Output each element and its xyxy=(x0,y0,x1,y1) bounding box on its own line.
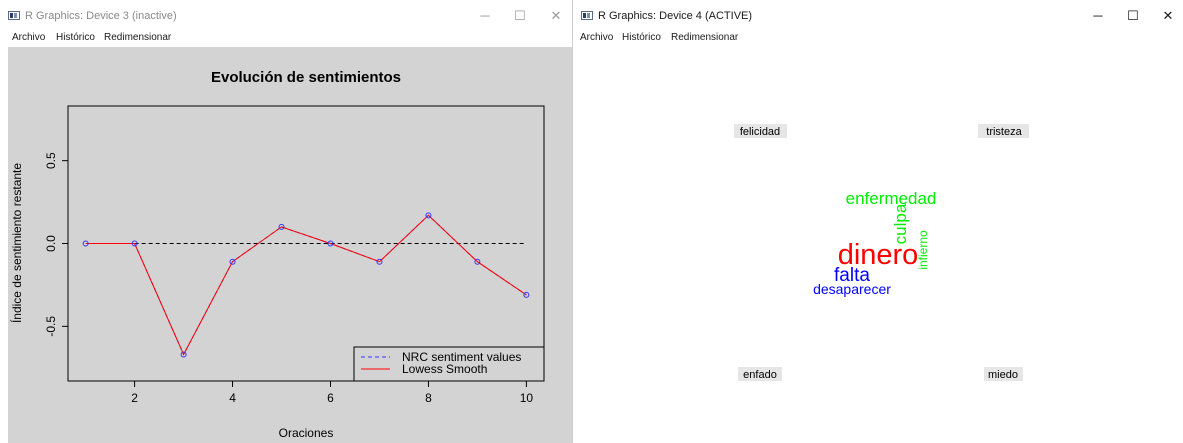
minimize-button[interactable]: ─ xyxy=(1083,6,1113,26)
y-tick-label: -0.5 xyxy=(44,316,58,337)
maximize-button[interactable]: ☐ xyxy=(505,6,535,26)
menu-historico[interactable]: Histórico xyxy=(622,32,661,43)
menu-bar: Archivo Histórico Redimensionar xyxy=(0,31,572,46)
series-line-lowess xyxy=(85,214,527,356)
chart-title: Evolución de sentimientos xyxy=(211,69,401,86)
corner-label-miedo: miedo xyxy=(988,369,1018,381)
title-bar[interactable]: R Graphics: Device 4 (ACTIVE) ─ ☐ ✕ xyxy=(573,0,1183,31)
menu-archivo[interactable]: Archivo xyxy=(580,32,613,43)
maximize-button[interactable]: ☐ xyxy=(1118,6,1148,26)
window-title: R Graphics: Device 4 (ACTIVE) xyxy=(598,10,753,22)
corner-label-tristeza: tristeza xyxy=(986,126,1022,138)
y-axis-label: Índice de sentimiento restante xyxy=(9,163,24,323)
menu-redimensionar[interactable]: Redimensionar xyxy=(104,32,171,43)
legend: NRC sentiment values Lowess Smooth xyxy=(353,346,545,382)
y-tick-label: 0.5 xyxy=(44,152,58,169)
sentiment-line-chart: Evolución de sentimientos 2 4 6 8 10 -0.5 0.0 0… xyxy=(9,69,545,440)
window-title: R Graphics: Device 3 (inactive) xyxy=(25,10,177,22)
x-tick-label: 4 xyxy=(229,391,236,405)
wordcloud-plot-area: felicidad tristeza enfado miedo enfermed… xyxy=(573,46,1183,443)
r-graphics-app-icon xyxy=(581,11,593,20)
corner-label-enfado: enfado xyxy=(743,369,777,381)
menu-historico[interactable]: Histórico xyxy=(56,32,95,43)
menu-bar: Archivo Histórico Redimensionar xyxy=(573,31,1183,46)
title-bar[interactable]: R Graphics: Device 3 (inactive) ─ ☐ ✕ xyxy=(0,0,572,31)
word-desaparecer: desaparecer xyxy=(813,281,891,297)
sentiment-plot-area: Evolución de sentimientos 2 4 6 8 10 -0.5 0.0 0… xyxy=(8,47,572,443)
close-button[interactable]: ✕ xyxy=(541,6,571,26)
x-tick-label: 2 xyxy=(131,391,138,405)
r-graphics-device-4-window[interactable]: R Graphics: Device 4 (ACTIVE) ─ ☐ ✕ Arch… xyxy=(572,0,1183,443)
menu-archivo[interactable]: Archivo xyxy=(12,32,45,43)
chart-marks xyxy=(82,212,530,358)
y-tick-label: 0.0 xyxy=(44,235,58,252)
minimize-button[interactable]: ─ xyxy=(470,6,500,26)
r-graphics-app-icon xyxy=(8,11,20,20)
x-tick-label: 10 xyxy=(520,391,534,405)
comparison-wordcloud: felicidad tristeza enfado miedo enfermed… xyxy=(734,124,1029,381)
corner-label-felicidad: felicidad xyxy=(740,126,780,138)
series-line-nrc xyxy=(85,214,527,356)
close-button[interactable]: ✕ xyxy=(1153,6,1183,26)
r-graphics-device-3-window[interactable]: R Graphics: Device 3 (inactive) ─ ☐ ✕ Ar… xyxy=(0,0,572,443)
menu-redimensionar[interactable]: Redimensionar xyxy=(671,32,738,43)
x-tick-label: 6 xyxy=(327,391,334,405)
x-axis-label: Oraciones xyxy=(279,426,334,440)
legend-label-lowess: Lowess Smooth xyxy=(402,362,487,376)
x-tick-label: 8 xyxy=(425,391,432,405)
